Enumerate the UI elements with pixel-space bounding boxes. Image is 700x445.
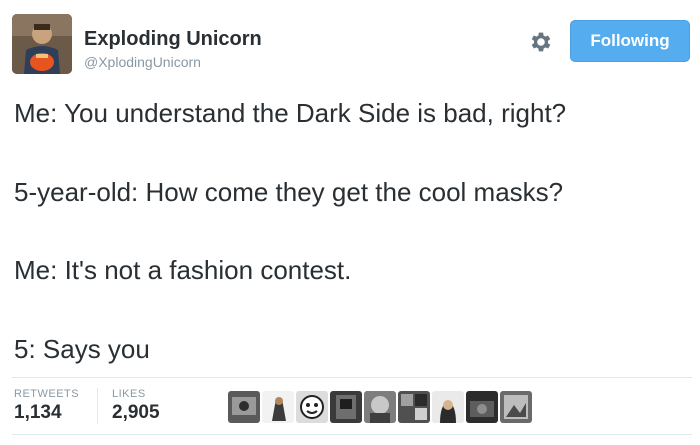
liker-avatar[interactable]	[262, 391, 294, 423]
divider	[12, 377, 692, 378]
tweet-card: Exploding Unicorn @XplodingUnicorn Follo…	[0, 0, 700, 445]
display-name[interactable]: Exploding Unicorn	[84, 27, 262, 51]
tweet-text-line: 5-year-old: How come they get the cool m…	[14, 177, 564, 207]
gear-icon[interactable]	[528, 29, 554, 55]
profile-avatar[interactable]	[12, 14, 72, 74]
liker-avatar[interactable]	[500, 391, 532, 423]
retweets-label: RETWEETS	[14, 388, 80, 400]
likes-count[interactable]: 2,905	[112, 402, 160, 424]
tweet-text-line: 5: Says you	[14, 334, 150, 364]
liker-avatar[interactable]	[466, 391, 498, 423]
divider	[12, 434, 692, 435]
likers-avatars	[228, 391, 532, 423]
retweets-count[interactable]: 1,134	[14, 402, 62, 424]
tweet-text-line: Me: It's not a fashion contest.	[14, 255, 352, 285]
liker-avatar[interactable]	[364, 391, 396, 423]
liker-avatar[interactable]	[330, 391, 362, 423]
stat-separator	[97, 388, 98, 424]
tweet-text-line: Me: You understand the Dark Side is bad,…	[14, 98, 567, 128]
liker-avatar[interactable]	[432, 391, 464, 423]
likes-label: LIKES	[112, 388, 146, 400]
liker-avatar[interactable]	[228, 391, 260, 423]
liker-avatar[interactable]	[296, 391, 328, 423]
user-handle[interactable]: @XplodingUnicorn	[84, 53, 201, 71]
following-button[interactable]: Following	[570, 20, 690, 62]
liker-avatar[interactable]	[398, 391, 430, 423]
